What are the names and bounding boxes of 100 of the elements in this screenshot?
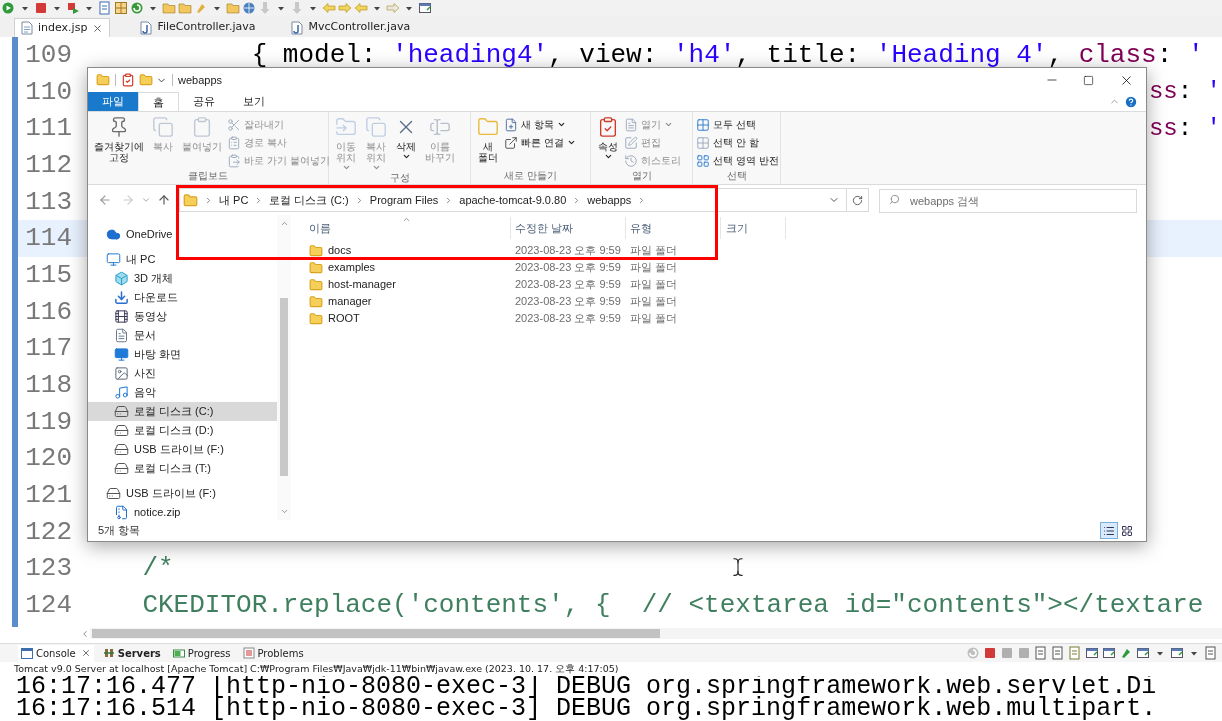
drive-icon	[106, 486, 121, 501]
breadcrumb-item[interactable]: 내 PC	[219, 191, 249, 209]
horizontal-scrollbar[interactable]	[90, 628, 1222, 639]
nav-item[interactable]: OneDrive	[88, 225, 277, 244]
restart-icon[interactable]	[966, 646, 980, 660]
nav-item[interactable]: 바탕 화면	[88, 345, 277, 364]
refresh-icon[interactable]	[852, 194, 863, 206]
scroll-up-icon[interactable]	[279, 219, 289, 228]
document-icon[interactable]	[1034, 646, 1048, 660]
new-file-icon	[504, 117, 518, 132]
breadcrumb-item[interactable]: apache-tomcat-9.0.80	[459, 191, 567, 209]
nav-item[interactable]: 로컬 디스크 (T:)	[88, 459, 277, 478]
ribbon-button[interactable]: 모두 선택	[696, 116, 779, 133]
column-header[interactable]: 크기	[721, 217, 786, 239]
scroll-left-icon[interactable]	[80, 628, 90, 639]
stop-icon[interactable]	[983, 646, 997, 660]
scrollbar-thumb[interactable]	[280, 298, 288, 476]
view-tab[interactable]: Problems	[239, 644, 307, 662]
file-type: 파일 폴더	[629, 243, 679, 259]
window-icon[interactable]	[1085, 646, 1099, 660]
stop-icon[interactable]	[34, 1, 48, 15]
editor-tab[interactable]: FileController.java	[134, 18, 262, 37]
nav-item[interactable]: 로컬 디스크 (C:)	[88, 402, 277, 421]
address-bar[interactable]: 내 PC 로컬 디스크 (C:) Program Files apache-tomcat-9.0.80 webapps	[179, 188, 869, 212]
breadcrumb-item[interactable]: 로컬 디스크 (C:)	[269, 191, 349, 209]
remove-icon[interactable]	[1000, 646, 1014, 660]
maximize-icon[interactable]	[1082, 74, 1094, 86]
clipboard-list-icon	[227, 135, 241, 150]
code-text: ss: '	[1148, 113, 1221, 144]
ribbon-button[interactable]: 속성	[594, 112, 622, 161]
close-icon[interactable]	[80, 648, 91, 658]
window-icon[interactable]	[418, 1, 432, 15]
ribbon-tab[interactable]: 보기	[229, 92, 279, 111]
chevron-right-icon[interactable]	[204, 195, 213, 205]
ribbon-tab[interactable]: 공유	[179, 92, 229, 111]
select-none-icon	[696, 135, 710, 150]
file-date: 2023-08-23 오후 9:59	[514, 294, 622, 310]
column-header[interactable]: 유형	[626, 217, 721, 239]
scroll-down-icon[interactable]	[279, 507, 289, 516]
console-line: 16:17:16.514 [http-nio-8080-exec-3] DEBUG org.springframework.web.multipart.	[16, 698, 1158, 720]
ribbon-button[interactable]: 선택 안 함	[696, 134, 779, 151]
line-number: 112	[24, 148, 72, 182]
breadcrumb-item[interactable]: Program Files	[369, 191, 439, 209]
dropdown-caret-icon	[664, 120, 673, 129]
nav-item[interactable]: 로컬 디스크 (D:)	[88, 421, 277, 440]
ribbon-button[interactable]: 빠른 연결	[504, 134, 576, 151]
breadcrumb-item[interactable]: webapps	[587, 191, 632, 209]
window-icon[interactable]	[1170, 646, 1184, 660]
close-icon[interactable]	[92, 22, 104, 34]
picture-icon	[114, 366, 129, 381]
folder-icon	[309, 294, 323, 309]
nav-item[interactable]: 3D 개체	[88, 269, 277, 288]
ribbon-button[interactable]: 새 폴더	[474, 112, 502, 163]
search-icon	[889, 193, 900, 205]
document-icon[interactable]	[1051, 646, 1065, 660]
folder-icon[interactable]	[96, 73, 110, 87]
file-name: examples	[328, 260, 376, 276]
ribbon-tab[interactable]: 파일	[88, 92, 138, 111]
ribbon-button[interactable]: 즐겨찾기에 고정	[91, 112, 147, 163]
nav-item[interactable]: USB 드라이브 (F:)	[88, 440, 277, 459]
ribbon-button[interactable]: 삭제	[392, 112, 420, 161]
folder-icon[interactable]	[139, 73, 153, 87]
line-number: 113	[24, 185, 72, 219]
file-name: host-manager	[328, 277, 396, 293]
column-header[interactable]: 이름	[291, 217, 511, 239]
nav-item[interactable]: USB 드라이브 (F:)	[88, 484, 277, 503]
folder-icon	[477, 116, 499, 138]
editor-tab[interactable]: MvcController.java	[285, 18, 417, 37]
nav-item[interactable]: 음악	[88, 383, 277, 402]
help-icon[interactable]	[1124, 95, 1138, 109]
recent-locations-icon[interactable]	[141, 195, 151, 205]
forward-arrow-icon[interactable]	[338, 1, 352, 15]
nav-item[interactable]: 동영상	[88, 307, 277, 326]
view-tab[interactable]: Servers	[99, 644, 164, 662]
ribbon-button[interactable]: 새 항목	[504, 116, 576, 133]
ribbon-group-label: 구성	[389, 172, 410, 184]
window-icon[interactable]	[1136, 646, 1150, 660]
column-header[interactable]: 수정한 날짜	[511, 217, 626, 239]
editor-tab[interactable]: index.jsp	[14, 18, 111, 37]
view-tab[interactable]: Progress	[169, 644, 234, 662]
globe-icon[interactable]	[242, 1, 256, 15]
ribbon-tab[interactable]: 홈	[138, 92, 179, 111]
vertical-scrollbar[interactable]	[277, 215, 291, 520]
refresh-icon[interactable]	[130, 1, 144, 15]
ribbon-group-label: 새로 만들기	[504, 170, 557, 183]
folder-icon	[309, 311, 323, 326]
run-flag-icon[interactable]	[66, 1, 80, 15]
nav-item[interactable]: 내 PC	[88, 250, 277, 269]
view-tab[interactable]: Console	[18, 644, 94, 662]
nav-item[interactable]: 사진	[88, 364, 277, 383]
search-field[interactable]: webapps 검색	[879, 188, 1137, 213]
scrollbar-thumb[interactable]	[92, 629, 660, 638]
nav-item[interactable]: 문서	[88, 326, 277, 345]
ribbon-button[interactable]: 선택 영역 반전	[696, 152, 779, 169]
window-icon[interactable]	[1102, 646, 1116, 660]
properties-icon[interactable]	[121, 73, 135, 87]
nav-item[interactable]: notice.zip	[88, 503, 277, 522]
nav-item[interactable]: 다운로드	[88, 288, 277, 307]
grid-icon[interactable]	[114, 1, 128, 15]
remove-all-icon[interactable]	[1017, 646, 1031, 660]
